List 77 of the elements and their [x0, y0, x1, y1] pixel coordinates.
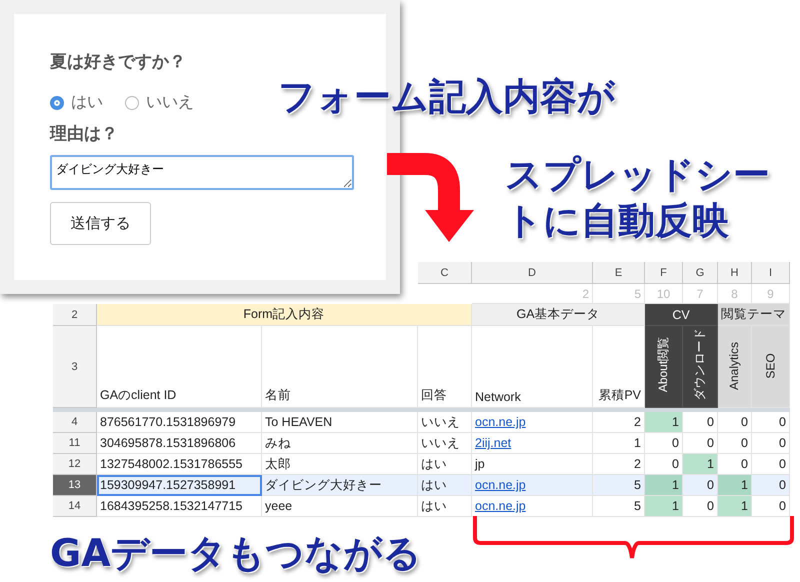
- table-cell: To HEAVEN: [262, 412, 418, 433]
- cell-text: 8: [731, 286, 738, 300]
- column-label: Network: [472, 326, 593, 408]
- cell-text: 10: [656, 286, 670, 300]
- column-header[interactable]: E: [593, 262, 645, 284]
- column-header[interactable]: I: [752, 262, 790, 284]
- column-header[interactable]: F: [645, 262, 683, 284]
- group-header: 閲覧テーマ: [718, 304, 790, 326]
- table-cell: みね: [262, 433, 418, 454]
- table-cell: 0: [752, 412, 790, 433]
- column-label: 累積PV: [593, 326, 645, 408]
- caption: フォーム記入内容が: [278, 74, 615, 120]
- table-cell: いいえ: [418, 433, 472, 454]
- caption: GAデータもつながる: [50, 530, 422, 577]
- table-cell: 0: [683, 412, 718, 433]
- table-cell: 304695878.1531896806: [97, 433, 262, 454]
- table-cell: はい: [418, 496, 472, 517]
- table-cell: はい: [418, 475, 472, 496]
- table-cell: 0: [645, 433, 683, 454]
- table-cell: 1: [593, 433, 645, 454]
- table-cell: 159309947.1527358991: [97, 475, 262, 496]
- group-header: CV: [645, 304, 718, 326]
- question-label: 夏は好きですか？: [50, 51, 186, 73]
- row-header[interactable]: 14: [53, 496, 97, 517]
- table-cell: 876561770.1531896979: [97, 412, 262, 433]
- submit-button[interactable]: 送信する: [50, 202, 151, 245]
- table-cell: 0: [683, 475, 718, 496]
- table-cell: 1684395258.1532147715: [97, 496, 262, 517]
- network-link[interactable]: ocn.ne.jp: [475, 415, 526, 429]
- network-link[interactable]: 2iij.net: [475, 436, 512, 450]
- cell-text: 2: [582, 286, 589, 300]
- row-header[interactable]: 13: [53, 475, 97, 496]
- table-cell: 1: [645, 412, 683, 433]
- reason-label: 理由は？: [50, 123, 118, 145]
- table-cell: 5: [593, 475, 645, 496]
- column-header[interactable]: H: [718, 262, 752, 284]
- table-cell: ダイビング大好きー: [262, 475, 418, 496]
- column-header[interactable]: D: [472, 262, 593, 284]
- column-label: Analytics: [728, 342, 742, 390]
- row-header[interactable]: 11: [53, 433, 97, 454]
- radio-icon[interactable]: [50, 96, 64, 110]
- table-cell: 1: [645, 496, 683, 517]
- column-header[interactable]: G: [683, 262, 718, 284]
- table-cell: いいえ: [418, 412, 472, 433]
- radio-option[interactable]: はい: [50, 92, 103, 113]
- table-cell: 0: [718, 412, 752, 433]
- table-cell: 0: [718, 433, 752, 454]
- column-header[interactable]: C: [418, 262, 472, 284]
- table-cell: yeee: [262, 496, 418, 517]
- column-label: SEO: [764, 353, 778, 379]
- row-header[interactable]: 3: [53, 326, 97, 408]
- column-label: 名前: [262, 326, 418, 408]
- table-cell: 1: [718, 475, 752, 496]
- column-label: 回答: [418, 326, 472, 408]
- cell-text: jp: [475, 457, 485, 471]
- group-header: GA基本データ: [472, 304, 645, 326]
- table-cell: 0: [752, 475, 790, 496]
- column-label: About閲覧: [655, 336, 671, 392]
- column-label: ダウンロード: [692, 328, 708, 400]
- radio-icon[interactable]: [125, 96, 139, 110]
- row-header[interactable]: 4: [53, 412, 97, 433]
- row-header[interactable]: 2: [53, 304, 97, 326]
- cell-text: 9: [767, 286, 774, 300]
- row-header[interactable]: 12: [53, 454, 97, 475]
- network-link[interactable]: ocn.ne.jp: [475, 499, 526, 513]
- cell-text: 5: [634, 286, 641, 300]
- group-header: Form記入内容: [97, 304, 472, 326]
- table-cell: 0: [752, 433, 790, 454]
- table-cell: 1: [645, 475, 683, 496]
- reason-field[interactable]: ダイビング大好きー: [50, 155, 354, 190]
- table-cell: 0: [752, 496, 790, 517]
- radio-option[interactable]: いいえ: [125, 92, 194, 113]
- cell-text: 7: [696, 286, 704, 300]
- column-label: GAのclient ID: [97, 326, 262, 408]
- table-cell: 1: [718, 496, 752, 517]
- table-cell: 1: [683, 454, 718, 475]
- caption: スプレッドシートに自動反映: [505, 152, 771, 244]
